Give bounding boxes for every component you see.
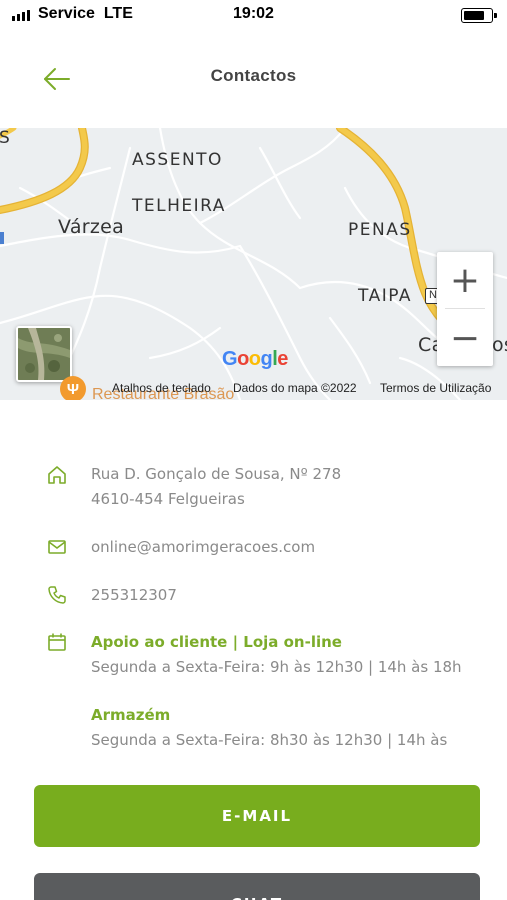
email-button[interactable]: E-MAIL [34, 785, 480, 847]
phone-link[interactable]: 255312307 [91, 583, 177, 608]
status-time: 19:02 [233, 5, 274, 22]
map-label-telheira: TELHEIRA [132, 196, 226, 216]
map[interactable]: S ASSENTO TELHEIRA Várzea PENAS TAIPA N … [0, 128, 507, 400]
email-link[interactable]: online@amorimgeracoes.com [91, 535, 315, 560]
satellite-toggle-button[interactable] [16, 326, 72, 382]
header: Contactos [0, 48, 507, 106]
battery-icon [461, 8, 497, 23]
chat-button[interactable]: CHAT [34, 873, 480, 900]
keyboard-shortcuts-link[interactable]: Atalhos de teclado [112, 381, 211, 395]
terms-link[interactable]: Termos de Utilização [380, 381, 491, 395]
map-label-s: S [0, 128, 12, 148]
status-bar: Service LTE 19:02 [0, 0, 507, 30]
map-data-attribution: Dados do mapa ©2022 [233, 381, 357, 395]
address-line-2: 4610-454 Felgueiras [91, 490, 245, 508]
zoom-in-button[interactable]: + [437, 252, 493, 308]
map-label-penas: PENAS [348, 220, 412, 240]
calendar-icon [48, 633, 66, 651]
home-icon [48, 466, 66, 484]
support-hours-title: Apoio ao cliente | Loja on-line [91, 633, 342, 651]
page-title: Contactos [210, 66, 297, 85]
warehouse-hours-text: Segunda a Sexta-Feira: 8h30 às 12h30 | 1… [91, 731, 448, 749]
map-label-taipa: TAIPA [358, 286, 413, 306]
warehouse-hours-title: Armazém [91, 706, 171, 724]
address-line-1: Rua D. Gonçalo de Sousa, Nº 278 [91, 465, 342, 483]
map-footer: Atalhos de teclado Dados do mapa ©2022 T… [0, 376, 507, 400]
phone-icon [48, 586, 66, 604]
map-label-assento: ASSENTO [132, 150, 223, 170]
zoom-divider [445, 308, 485, 309]
zoom-out-button[interactable]: − [437, 310, 493, 366]
zoom-controls: + − [437, 252, 493, 366]
map-label-varzea: Várzea [58, 216, 125, 238]
mail-icon [48, 540, 66, 554]
support-hours-text: Segunda a Sexta-Feira: 9h às 12h30 | 14h… [91, 658, 462, 676]
google-logo: Google [222, 348, 288, 370]
map-label-os: os [492, 334, 507, 356]
satellite-thumbnail-icon [18, 328, 70, 380]
